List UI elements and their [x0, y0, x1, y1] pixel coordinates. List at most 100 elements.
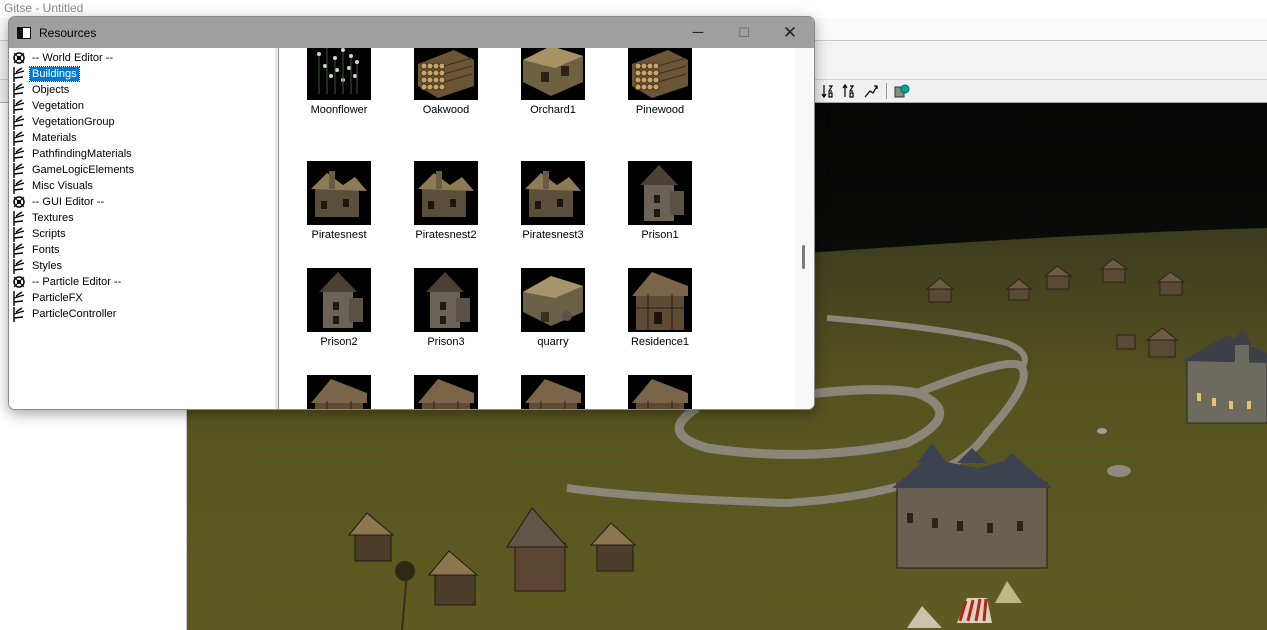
- tree-item[interactable]: Styles: [11, 258, 64, 274]
- thumbnail-label: Piratesnest: [311, 229, 367, 241]
- resource-thumbnail[interactable]: Piratesnest: [289, 155, 389, 245]
- log-pile-thumbnail: [628, 48, 692, 100]
- tree-item-label: PathfindingMaterials: [32, 148, 132, 160]
- sort-descending-icon[interactable]: [820, 82, 838, 100]
- resource-branch-icon: [11, 226, 27, 242]
- resource-thumbnail[interactable]: Piratesnest3: [503, 155, 603, 245]
- resource-thumbnail[interactable]: Oakwood: [396, 48, 496, 138]
- prison-tower-thumbnail: [414, 268, 478, 332]
- prison-tower-thumbnail: [307, 268, 371, 332]
- tree-item-label: Fonts: [32, 244, 60, 256]
- tree-item[interactable]: Vegetation: [11, 98, 86, 114]
- resource-thumbnail[interactable]: quarry: [503, 262, 603, 352]
- tree-item[interactable]: Misc Visuals: [11, 178, 95, 194]
- resource-branch-icon: [11, 114, 27, 130]
- thumbnail-label: Piratesnest3: [522, 229, 584, 241]
- residence-thumbnail: [414, 375, 478, 409]
- moonflower-thumbnail: [307, 48, 371, 100]
- tree-item-label: ParticleController: [32, 308, 117, 320]
- maximize-icon: ☐: [738, 24, 750, 40]
- resource-thumbnail[interactable]: Orchard1: [503, 48, 603, 138]
- resources-title: Resources: [39, 25, 97, 40]
- resources-title-bar[interactable]: Resources ─ ☐ ✕: [9, 17, 814, 48]
- maximize-button[interactable]: ☐: [721, 17, 767, 48]
- toolbar-separator: [886, 83, 887, 99]
- thumbnail-label: Prison1: [641, 229, 679, 241]
- thumbnail-label: Orchard1: [530, 104, 576, 116]
- resource-branch-icon: [11, 66, 27, 82]
- tree-item-label: -- GUI Editor --: [32, 196, 105, 208]
- resource-branch-icon: [11, 290, 27, 306]
- resources-window: Resources ─ ☐ ✕ -- World Editor -- Buildi…: [8, 16, 815, 410]
- resource-thumbnail[interactable]: Piratesnest2: [396, 155, 496, 245]
- resource-thumbnail[interactable]: Moonflower: [289, 48, 389, 138]
- resource-thumbnail[interactable]: Pinewood: [610, 48, 710, 138]
- tree-item[interactable]: ParticleFX: [11, 290, 85, 306]
- layer-color-icon[interactable]: [893, 82, 911, 100]
- resource-thumbnail[interactable]: Prison3: [396, 262, 496, 352]
- tree-section-header[interactable]: -- GUI Editor --: [11, 194, 106, 210]
- tree-item-label: ParticleFX: [32, 292, 83, 304]
- tree-item[interactable]: ParticleController: [11, 306, 118, 322]
- orchard-thumbnail: [521, 48, 585, 100]
- tree-item-label: Styles: [32, 260, 62, 272]
- window-app-icon: [17, 26, 31, 39]
- resource-thumbnail[interactable]: [289, 369, 389, 409]
- thumbnail-label: Oakwood: [422, 104, 470, 116]
- thumbnail-label: Residence1: [630, 336, 690, 348]
- tree-item[interactable]: VegetationGroup: [11, 114, 117, 130]
- close-icon: ✕: [782, 22, 798, 42]
- thumbnail-label: quarry: [537, 336, 569, 348]
- app-title: Gitse - Untitled: [4, 1, 84, 15]
- tree-item-label: GameLogicElements: [32, 164, 135, 176]
- thumbnail-label: Moonflower: [310, 104, 368, 116]
- sort-ascending-icon[interactable]: [841, 82, 859, 100]
- tree-item-label: VegetationGroup: [32, 116, 115, 128]
- resource-thumbnail[interactable]: Prison2: [289, 262, 389, 352]
- resource-branch-icon: [11, 178, 27, 194]
- residence-thumbnail: [628, 375, 692, 409]
- tree-item[interactable]: Textures: [11, 210, 76, 226]
- tree-item[interactable]: Scripts: [11, 226, 68, 242]
- resource-branch-icon: [11, 162, 27, 178]
- tree-item[interactable]: Buildings: [11, 66, 80, 82]
- residence-thumbnail: [628, 268, 692, 332]
- resource-thumbnail[interactable]: Residence1: [610, 262, 710, 352]
- thumbnail-label: Prison3: [427, 336, 465, 348]
- tree-item[interactable]: PathfindingMaterials: [11, 146, 134, 162]
- section-gear-icon: [11, 50, 27, 66]
- resource-branch-icon: [11, 130, 27, 146]
- section-gear-icon: [11, 274, 27, 290]
- tree-item-label: Objects: [32, 84, 70, 96]
- log-pile-thumbnail: [414, 48, 478, 100]
- vertical-scrollbar[interactable]: [795, 48, 814, 409]
- tree-section-header[interactable]: -- Particle Editor --: [11, 274, 123, 290]
- tree-item[interactable]: GameLogicElements: [11, 162, 136, 178]
- resource-branch-icon: [11, 242, 27, 258]
- close-button[interactable]: ✕: [767, 17, 813, 48]
- quarry-thumbnail: [521, 268, 585, 332]
- tree-item-label: Scripts: [32, 228, 66, 240]
- resource-thumbnail[interactable]: [610, 369, 710, 409]
- tree-section-header[interactable]: -- World Editor --: [11, 50, 115, 66]
- resource-thumbnail-grid[interactable]: Moonflower Oakwood Orchard1 Pinewood Pirates…: [279, 48, 795, 409]
- prison-tower-thumbnail: [628, 161, 692, 225]
- tree-item[interactable]: Materials: [11, 130, 79, 146]
- tree-item[interactable]: Fonts: [11, 242, 62, 258]
- resource-thumbnail[interactable]: [503, 369, 603, 409]
- resource-thumbnail[interactable]: Prison1: [610, 155, 710, 245]
- pirates-nest-thumbnail: [307, 161, 371, 225]
- thumbnail-label: Prison2: [320, 336, 358, 348]
- resource-branch-icon: [11, 146, 27, 162]
- resource-branch-icon: [11, 306, 27, 322]
- tree-item-label: -- World Editor --: [32, 52, 114, 64]
- resource-thumbnail[interactable]: [396, 369, 496, 409]
- scrollbar-thumb[interactable]: [802, 245, 805, 269]
- path-tool-icon[interactable]: [862, 82, 880, 100]
- minimize-icon: ─: [692, 24, 704, 41]
- resource-tree[interactable]: -- World Editor -- Buildings Objects Vegeta…: [9, 48, 276, 409]
- tree-item-label: Materials: [32, 132, 77, 144]
- tree-item-label: Vegetation: [32, 100, 84, 112]
- tree-item[interactable]: Objects: [11, 82, 71, 98]
- minimize-button[interactable]: ─: [675, 17, 721, 48]
